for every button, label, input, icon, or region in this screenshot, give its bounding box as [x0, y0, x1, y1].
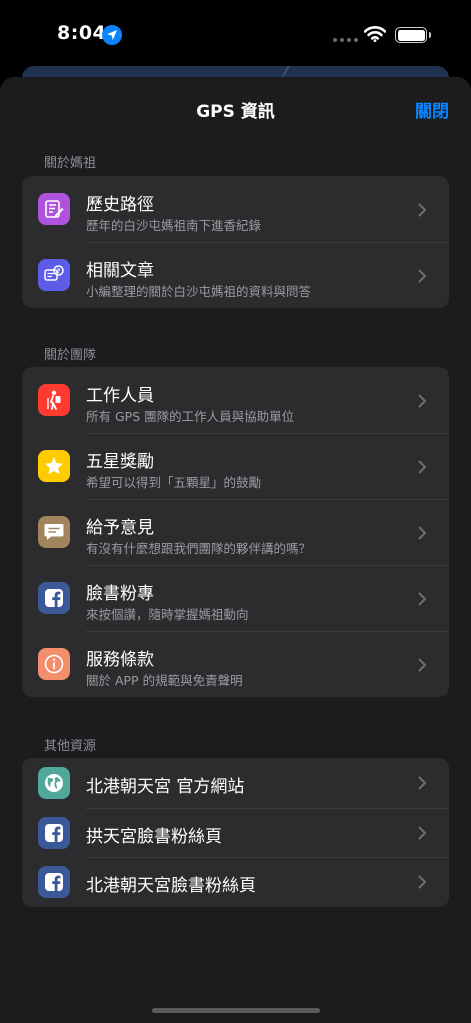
list-item-title: 服務條款 [86, 650, 154, 670]
list-item-subtitle: 關於 APP 的規範與免責聲明 [86, 673, 243, 688]
list-item-history-route[interactable]: 歷史路徑 歷年的白沙屯媽祖南下進香紀錄 [22, 176, 449, 242]
list-item-related-articles[interactable]: ? 相關文章 小編整理的關於白沙屯媽祖的資料與問答 [22, 242, 449, 308]
list-item-subtitle: 所有 GPS 團隊的工作人員與協助單位 [86, 409, 295, 424]
gps-info-sheet: GPS 資訊 關閉 關於媽祖 歷史路徑 歷年的白沙屯媽祖南下進香紀錄 ? 相關文… [0, 77, 471, 1023]
list-item-title: 相關文章 [86, 261, 154, 281]
star-icon [38, 450, 70, 482]
list-item-feedback[interactable]: 給予意見 有沒有什麼想跟我們團隊的夥伴講的嗎？ [22, 499, 449, 565]
list-item-title: 北港朝天宮 官方網站 [86, 777, 245, 797]
chevron-right-icon [418, 826, 426, 839]
list-item-subtitle: 來按個讚，隨時掌握媽祖動向 [86, 607, 249, 622]
wifi-icon [364, 26, 386, 42]
chat-question-icon: ? [38, 259, 70, 291]
facebook-icon [38, 582, 70, 614]
list-item-title: 歷史路徑 [86, 195, 154, 215]
chevron-right-icon [418, 526, 426, 540]
facebook-icon [38, 866, 70, 898]
home-indicator[interactable] [152, 1008, 320, 1013]
message-icon [38, 516, 70, 548]
status-time: 8:04 [57, 22, 107, 44]
list-item-staff[interactable]: 工作人員 所有 GPS 團隊的工作人員與協助單位 [22, 367, 449, 433]
close-button[interactable]: 關閉 [415, 97, 449, 122]
chevron-right-icon [418, 460, 426, 474]
document-pen-icon [38, 193, 70, 225]
list-item-facebook-page[interactable]: 臉書粉專 來按個讚，隨時掌握媽祖動向 [22, 565, 449, 631]
list-item-title: 北港朝天宮臉書粉絲頁 [86, 876, 256, 896]
chevron-right-icon [418, 875, 426, 889]
list-item-title: 臉書粉專 [86, 584, 154, 604]
chevron-right-icon [418, 203, 426, 217]
section-header-team: 關於團隊 [44, 348, 97, 363]
list-item-title: 給予意見 [86, 518, 154, 538]
list-item-subtitle: 小編整理的關於白沙屯媽祖的資料與問答 [86, 284, 312, 299]
list-item-chaotian-facebook[interactable]: 北港朝天宮臉書粉絲頁 [22, 857, 449, 907]
chevron-right-icon [418, 776, 426, 790]
list-item-five-star[interactable]: 五星獎勵 希望可以得到「五顆星」的鼓勵 [22, 433, 449, 499]
hiker-icon [38, 384, 70, 416]
globe-icon [38, 767, 70, 799]
chevron-right-icon [418, 658, 426, 672]
list-item-chaotian-website[interactable]: 北港朝天宮 官方網站 [22, 758, 449, 808]
list-item-gongtian-facebook[interactable]: 拱天宮臉書粉絲頁 [22, 807, 449, 858]
section-header-resources: 其他資源 [44, 739, 97, 754]
chevron-right-icon [418, 394, 426, 408]
facebook-icon [38, 816, 70, 849]
battery-icon [395, 27, 431, 43]
chevron-right-icon [418, 269, 426, 283]
info-icon [38, 648, 70, 680]
section-group-resources: 北港朝天宮 官方網站 拱天宮臉書粉絲頁 北港朝天宮臉書粉絲頁 [22, 758, 449, 907]
svg-text:?: ? [57, 267, 61, 275]
cellular-signal-icon [333, 38, 358, 42]
list-item-subtitle: 希望可以得到「五顆星」的鼓勵 [86, 475, 262, 490]
list-item-title: 五星獎勵 [86, 452, 154, 472]
chevron-right-icon [418, 592, 426, 606]
section-header-mazu: 關於媽祖 [44, 156, 97, 171]
list-item-title: 拱天宮臉書粉絲頁 [86, 826, 222, 847]
list-item-subtitle: 歷年的白沙屯媽祖南下進香紀錄 [86, 218, 262, 233]
status-bar: 8:04 [0, 0, 471, 66]
location-arrow-icon [102, 25, 122, 45]
section-group-team: 工作人員 所有 GPS 團隊的工作人員與協助單位 五星獎勵 希望可以得到「五顆星… [22, 367, 449, 697]
sheet-title: GPS 資訊 [196, 102, 275, 122]
list-item-title: 工作人員 [86, 386, 154, 406]
section-group-mazu: 歷史路徑 歷年的白沙屯媽祖南下進香紀錄 ? 相關文章 小編整理的關於白沙屯媽祖的… [22, 176, 449, 308]
list-item-subtitle: 有沒有什麼想跟我們團隊的夥伴講的嗎？ [86, 541, 312, 556]
list-item-terms[interactable]: 服務條款 關於 APP 的規範與免責聲明 [22, 631, 449, 697]
